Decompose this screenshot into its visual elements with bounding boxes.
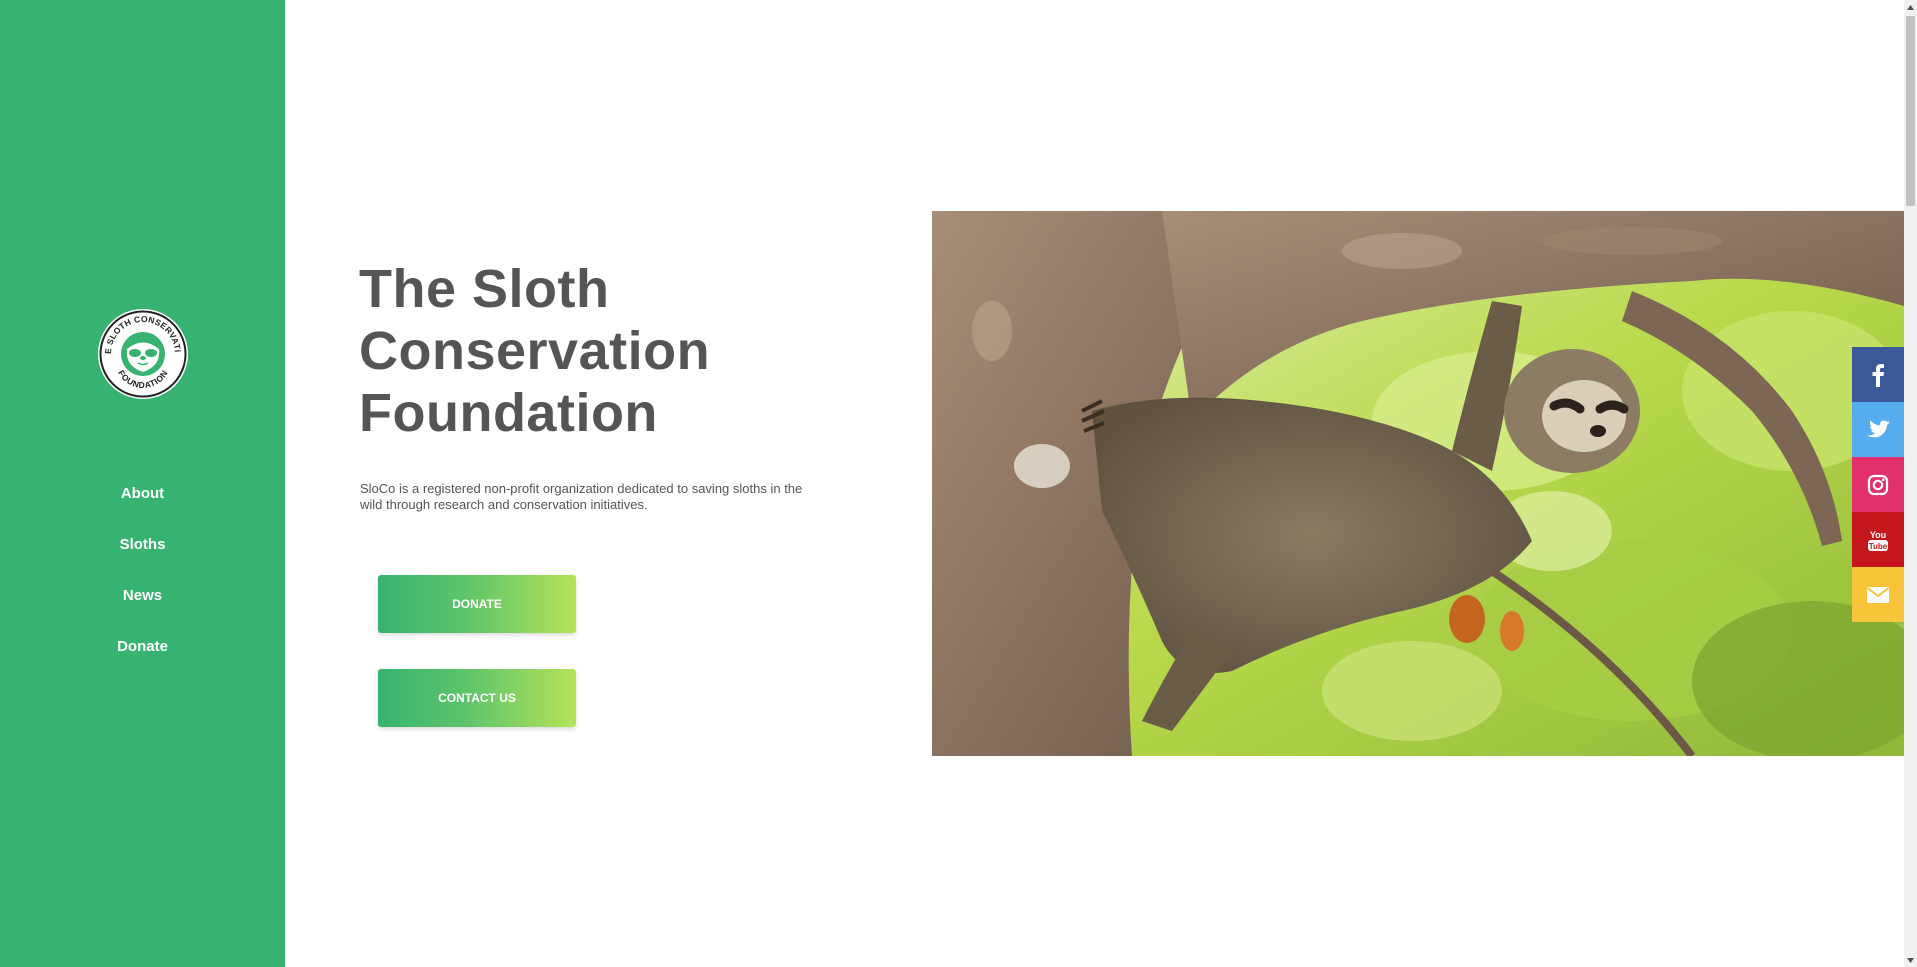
scroll-up-arrow-icon[interactable] — [1904, 0, 1917, 14]
scroll-down-arrow-icon[interactable] — [1904, 953, 1917, 967]
nav-item-donate: Donate — [0, 621, 285, 672]
title-line-1: The Sloth — [359, 259, 610, 319]
page-scrollbar[interactable] — [1904, 0, 1917, 967]
twitter-button[interactable] — [1852, 402, 1904, 457]
nav-link-sloths[interactable]: Sloths — [120, 536, 166, 553]
title-line-2: Conservation — [359, 321, 711, 381]
nav-item-sloths: Sloths — [0, 519, 285, 570]
envelope-icon — [1866, 586, 1890, 603]
sidebar-nav: About Sloths News Donate — [0, 468, 285, 672]
facebook-icon — [1872, 363, 1884, 387]
nav-item-news: News — [0, 570, 285, 621]
page-title: The Sloth Conservation Foundation — [359, 258, 839, 444]
youtube-icon: You Tube — [1868, 530, 1888, 551]
nav-link-news[interactable]: News — [123, 587, 162, 604]
nav-link-about[interactable]: About — [121, 485, 164, 502]
scroll-thumb[interactable] — [1906, 16, 1915, 206]
sidebar: THE SLOTH CONSERVATION FOUNDATION About … — [0, 0, 285, 967]
donate-button[interactable]: DONATE — [378, 575, 576, 633]
instagram-icon — [1867, 474, 1889, 495]
nav-item-about: About — [0, 468, 285, 519]
nav-link-donate[interactable]: Donate — [117, 638, 168, 655]
facebook-button[interactable] — [1852, 347, 1904, 402]
foundation-logo[interactable]: THE SLOTH CONSERVATION FOUNDATION — [97, 308, 189, 400]
sloth-photo — [932, 211, 1904, 756]
hero-description: SloCo is a registered non-profit organiz… — [360, 481, 803, 512]
contact-us-button[interactable]: CONTACT US — [378, 669, 576, 727]
svg-text:You: You — [1870, 530, 1886, 540]
email-button[interactable] — [1852, 567, 1904, 622]
instagram-button[interactable] — [1852, 457, 1904, 512]
title-line-3: Foundation — [359, 383, 658, 443]
svg-text:Tube: Tube — [1869, 542, 1888, 551]
sloth-in-tree-photo — [932, 211, 1904, 756]
youtube-button[interactable]: You Tube — [1852, 512, 1904, 567]
twitter-icon — [1867, 420, 1890, 437]
social-links: You Tube — [1852, 347, 1904, 622]
